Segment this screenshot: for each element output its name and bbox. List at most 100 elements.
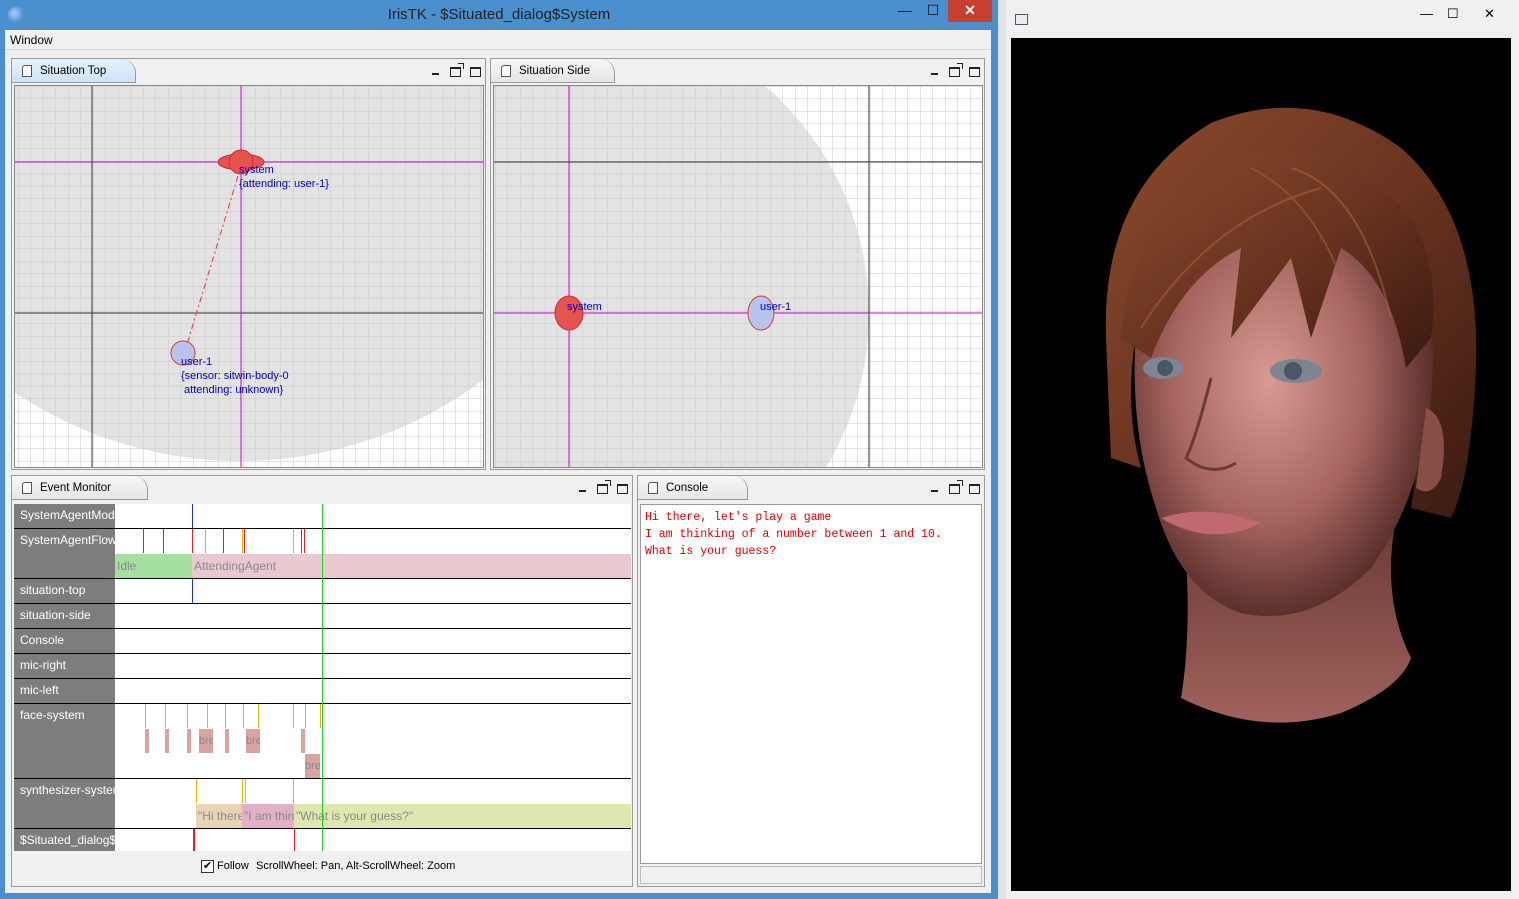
situation-top-view [15, 86, 483, 467]
face-event-block: bre [199, 729, 213, 753]
tab-console[interactable]: Console [638, 476, 748, 500]
situation-top-canvas[interactable]: system {attending: user-1} user-1 {senso… [14, 85, 484, 468]
user-attrs-top-2: attending: unknown} [181, 384, 284, 396]
tab-situation-side[interactable]: Situation Side [491, 59, 615, 83]
face-minimize-button[interactable]: — [1420, 6, 1433, 21]
maximize-panel-icon[interactable] [617, 484, 628, 494]
console-input[interactable] [640, 866, 982, 884]
window-gap [998, 0, 1006, 899]
event-row-track[interactable] [115, 604, 631, 628]
utterance-2: "I am thinking of a number between 1 and… [242, 804, 294, 828]
situation-side-canvas[interactable]: system user-1 [493, 85, 983, 468]
minimize-panel-icon[interactable] [929, 482, 941, 494]
face-render-canvas[interactable] [1011, 38, 1511, 891]
avatar-face [1105, 107, 1477, 723]
event-row-label: SystemAgentModule [14, 504, 115, 528]
close-button[interactable]: ✕ [948, 0, 992, 22]
event-row-label: Console [14, 629, 115, 653]
tab-situation-top[interactable]: Situation Top [12, 59, 136, 83]
document-icon [22, 65, 32, 77]
tab-label: Console [666, 482, 709, 494]
maximize-panel-icon[interactable] [969, 67, 980, 77]
menu-bar: Window [5, 30, 991, 50]
utterance-1: "Hi there, let's play a game" [196, 804, 242, 828]
event-row-track[interactable]: Idle AttendingAgent [115, 529, 631, 578]
detach-panel-icon[interactable] [949, 480, 963, 494]
event-row-track[interactable] [115, 829, 631, 851]
maximize-button[interactable]: ☐ [920, 0, 946, 22]
close-icon: ✕ [964, 2, 976, 18]
system-attrs-top: {attending: user-1} [239, 178, 329, 190]
event-row-track[interactable] [115, 654, 631, 678]
face-event-block [145, 729, 149, 753]
face-event-block: bre [246, 729, 260, 753]
face-event-block [225, 729, 229, 753]
event-monitor-panel: Event Monitor SystemAgentModule SystemAg… [11, 475, 633, 887]
user-attrs-top-1: {sensor: sitwin-body-0 [181, 370, 289, 382]
event-row-track[interactable] [115, 579, 631, 603]
situation-side-panel: Situation Side system user-1 [490, 58, 985, 470]
event-row-track[interactable] [115, 629, 631, 653]
title-bar[interactable]: IrisTK - $Situated_dialog$System — ☐ ✕ [0, 0, 998, 30]
event-row-label: mic-right [14, 654, 115, 678]
state-idle: Idle [115, 554, 192, 578]
system-label-top: system [239, 164, 274, 176]
document-icon [22, 482, 32, 494]
detach-panel-icon[interactable] [597, 480, 611, 494]
maximize-panel-icon[interactable] [470, 67, 481, 77]
event-row-label: face-system [14, 704, 115, 778]
utterance-3: "What is your guess?" [294, 804, 631, 828]
minimize-icon: — [898, 2, 912, 18]
event-row-track[interactable]: "Hi there, let's play a game" "I am thin… [115, 779, 631, 828]
minimize-panel-icon[interactable] [577, 482, 589, 494]
event-row-track[interactable] [115, 504, 631, 528]
follow-label: Follow [217, 860, 249, 872]
system-label-side: system [567, 301, 602, 313]
event-row-label: SystemAgentFlow [14, 529, 115, 578]
console-line: I am thinking of a number between 1 and … [645, 528, 942, 541]
event-row-track[interactable]: bre bre bre [115, 704, 631, 778]
tab-event-monitor[interactable]: Event Monitor [12, 476, 148, 500]
navigation-hint: ScrollWheel: Pan, Alt-ScrollWheel: Zoom [256, 860, 456, 872]
main-window: IrisTK - $Situated_dialog$System — ☐ ✕ W… [0, 0, 998, 899]
face-window: — ☐ ✕ [1006, 0, 1519, 899]
face-close-button[interactable]: ✕ [1484, 6, 1495, 22]
user-label-top: user-1 [181, 356, 213, 368]
tab-label: Event Monitor [40, 482, 111, 494]
console-output[interactable]: Hi there, let's play a game I am thinkin… [640, 504, 982, 864]
document-icon [501, 65, 511, 77]
detach-panel-icon[interactable] [949, 63, 963, 77]
console-panel: Console Hi there, let's play a game I am… [637, 475, 985, 887]
event-row-label: synthesizer-system [14, 779, 115, 828]
event-row-track[interactable] [115, 679, 631, 703]
tab-label: Situation Top [40, 65, 107, 77]
maximize-icon: ☐ [926, 2, 940, 18]
face-event-block [187, 729, 191, 753]
state-attending: AttendingAgent [192, 554, 631, 578]
time-cursor[interactable] [322, 504, 323, 851]
console-line: What is your guess? [645, 545, 777, 558]
user-label-side: user-1 [760, 301, 792, 313]
face-maximize-button[interactable]: ☐ [1447, 6, 1459, 22]
tab-label: Situation Side [519, 65, 590, 77]
minimize-panel-icon[interactable] [929, 65, 941, 77]
event-row-label: situation-top [14, 579, 115, 603]
minimize-button[interactable]: — [892, 0, 918, 22]
window-title: IrisTK - $Situated_dialog$System [387, 6, 611, 23]
event-row-label: situation-side [14, 604, 115, 628]
maximize-panel-icon[interactable] [969, 484, 980, 494]
situation-side-view [494, 86, 982, 467]
event-row-label: mic-left [14, 679, 115, 703]
menu-item-window[interactable]: Window [10, 33, 53, 47]
main-client: Situation Top system {attending: user-1}… [5, 50, 991, 893]
window-icon [1015, 14, 1028, 25]
event-row-label: $Situated_dialog$ [14, 829, 115, 851]
follow-checkbox[interactable]: ✔ [201, 860, 214, 873]
face-event-block: bre [305, 754, 320, 778]
face-event-block [301, 729, 305, 753]
detach-panel-icon[interactable] [450, 63, 464, 77]
minimize-panel-icon[interactable] [430, 65, 442, 77]
situation-top-panel: Situation Top system {attending: user-1}… [11, 58, 486, 470]
console-line: Hi there, let's play a game [645, 511, 832, 524]
face-event-block [165, 729, 169, 753]
